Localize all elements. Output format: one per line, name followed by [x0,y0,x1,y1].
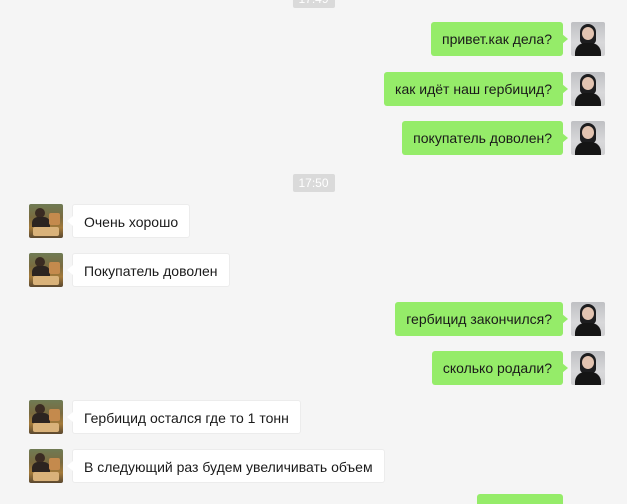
outgoing-message-bubble[interactable]: гербицид закончился? [395,302,568,336]
my-avatar-icon[interactable] [571,72,605,106]
contact-avatar-icon[interactable] [29,253,63,287]
timestamp: 17:49 [292,0,335,8]
outgoing-message-bubble[interactable]: сколько родали? [431,351,569,385]
message-row-incoming: В следующий раз будем увеличивать объем [0,449,627,485]
message-row-incoming: Гербицид остался где то 1 тонн [0,400,627,436]
message-row-incoming: Покупатель доволен [0,253,627,289]
incoming-message-bubble[interactable]: В следующий раз будем увеличивать объем [67,449,385,483]
incoming-message-bubble[interactable]: Очень хорошо [66,204,191,238]
timestamp: 17:50 [292,174,335,192]
my-avatar-icon[interactable] [571,302,605,336]
outgoing-message-bubble[interactable]: привет.как дела? [430,22,569,56]
contact-avatar-icon[interactable] [29,400,63,434]
message-row-outgoing: гербицид закончился? [0,302,627,338]
contact-avatar-icon[interactable] [29,204,63,238]
my-avatar-icon[interactable] [571,351,605,385]
outgoing-message-bubble[interactable]: покупатель доволен? [402,121,568,155]
outgoing-message-bubble[interactable]: как идёт наш гербицид? [384,72,568,106]
chat-message-list[interactable]: 17:49 привет.как дела? как идёт наш герб… [0,0,627,504]
message-row-outgoing: привет.как дела? [0,22,627,58]
incoming-message-bubble[interactable]: Покупатель доволен [67,253,230,287]
outgoing-message-bubble-partial[interactable] [477,494,563,504]
my-avatar-icon[interactable] [571,22,605,56]
contact-avatar-icon[interactable] [29,449,63,483]
message-row-incoming: Очень хорошо [0,204,627,240]
message-row-outgoing: сколько родали? [0,351,627,387]
incoming-message-bubble[interactable]: Гербицид остался где то 1 тонн [67,400,301,434]
message-row-outgoing: как идёт наш гербицид? [0,72,627,108]
message-row-outgoing: покупатель доволен? [0,121,627,157]
my-avatar-icon[interactable] [571,121,605,155]
